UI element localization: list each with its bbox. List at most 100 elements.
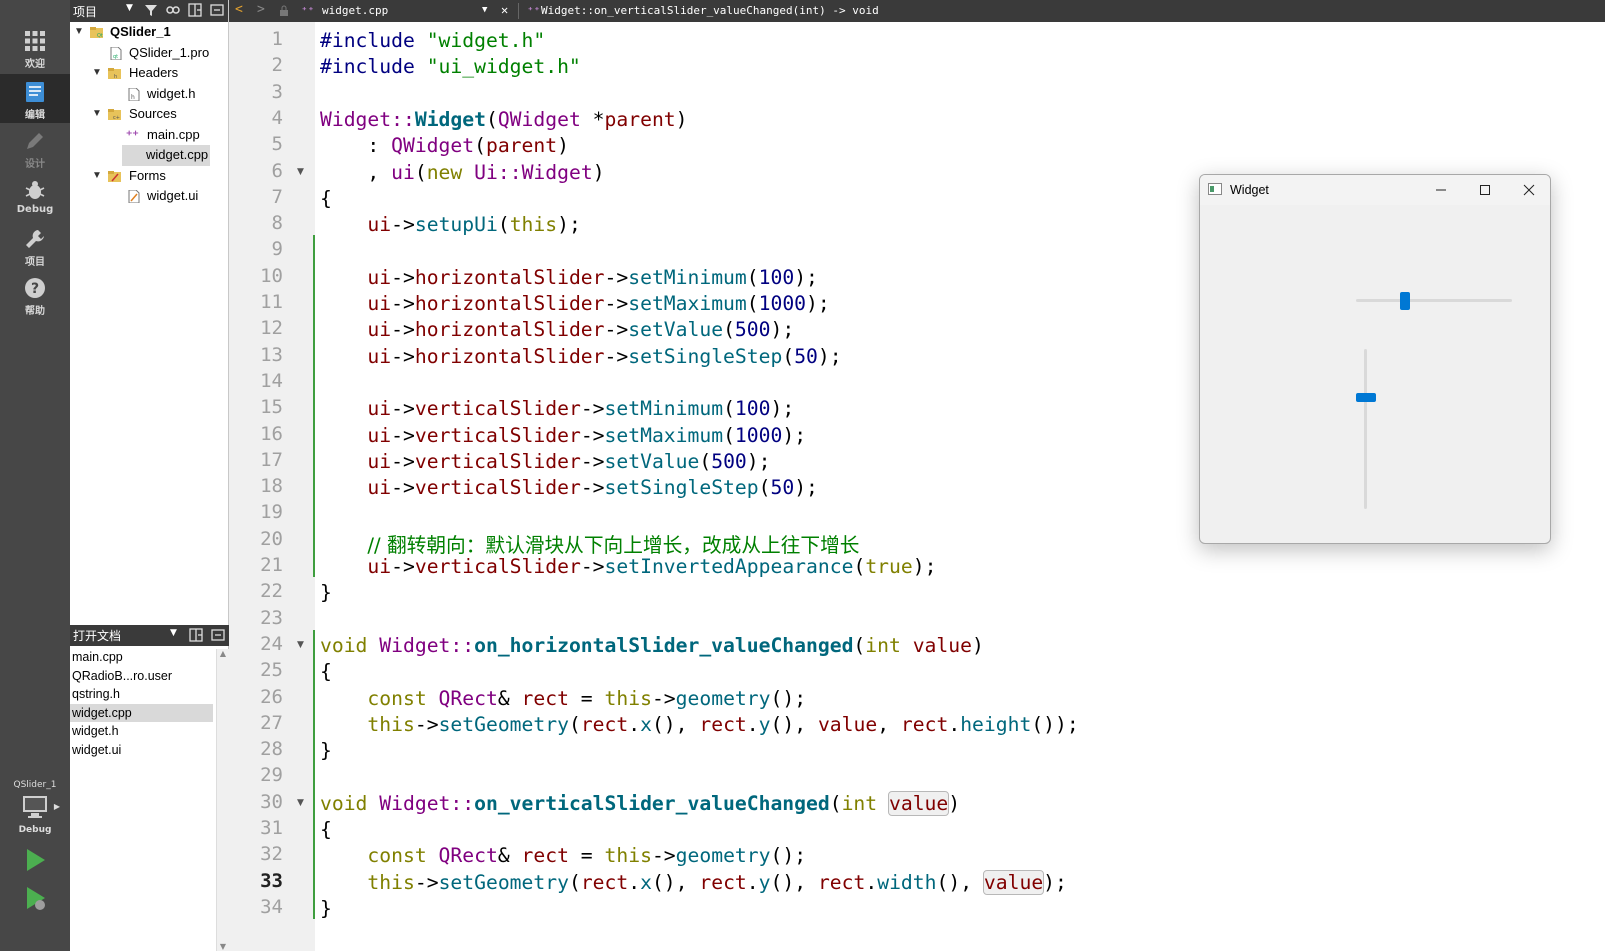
- mode-edit[interactable]: 编辑: [0, 74, 70, 123]
- code-line[interactable]: ui->horizontalSlider->setSingleStep(50);: [320, 345, 841, 368]
- fold-marker-icon[interactable]: ▼: [297, 640, 304, 650]
- split-icon[interactable]: [188, 3, 202, 17]
- back-arrow-icon[interactable]: <: [235, 2, 243, 17]
- editor-toolbar: < > ⁺⁺ widget.cpp ▼ ✕ ⁺⁺ Widget::on_vert…: [229, 0, 1605, 22]
- line-number: 23: [260, 606, 283, 629]
- view-dropdown-icon[interactable]: ▼: [126, 3, 133, 13]
- slider-handle[interactable]: [1399, 292, 1410, 310]
- tree-item-main-cpp[interactable]: ⁺⁺ main.cpp: [70, 125, 228, 146]
- open-doc-item[interactable]: widget.ui: [70, 741, 213, 760]
- mode-debug[interactable]: Debug: [0, 172, 70, 221]
- code-line[interactable]: #include "ui_widget.h": [320, 55, 581, 78]
- chevron-down-icon[interactable]: ▼: [92, 104, 102, 125]
- code-line[interactable]: }: [320, 581, 332, 604]
- tree-item-sources[interactable]: ▼ c+ Sources: [70, 104, 228, 125]
- close-file-icon[interactable]: ✕: [501, 3, 508, 17]
- tree-item-headers[interactable]: ▼ h Headers: [70, 63, 228, 84]
- line-number-gutter: 1 2 3 4 5 6 ▼ 7 8 9 10 11 12 13 14 15 16 17 18 19 20 21 22 23 24…: [229, 22, 315, 951]
- code-line[interactable]: ui->horizontalSlider->setMaximum(1000);: [320, 292, 829, 315]
- open-doc-item[interactable]: main.cpp: [70, 648, 213, 667]
- forward-arrow-icon[interactable]: >: [257, 2, 265, 17]
- code-line[interactable]: ui->horizontalSlider->setValue(500);: [320, 318, 794, 341]
- tree-label: main.cpp: [147, 126, 200, 142]
- code-line[interactable]: ui->verticalSlider->setSingleStep(50);: [320, 476, 818, 499]
- maximize-button[interactable]: [1470, 179, 1500, 201]
- run-button[interactable]: [18, 845, 52, 875]
- link-icon[interactable]: [166, 3, 180, 17]
- code-line[interactable]: : QWidget(parent): [320, 134, 569, 157]
- tree-item-forms[interactable]: ▼ Forms: [70, 166, 228, 187]
- open-doc-item[interactable]: qstring.h: [70, 685, 213, 704]
- window-titlebar[interactable]: Widget: [1200, 175, 1550, 205]
- view-dropdown-icon[interactable]: ▼: [170, 628, 177, 638]
- code-line[interactable]: ui->verticalSlider->setMaximum(1000);: [320, 424, 806, 447]
- code-line[interactable]: {: [320, 660, 332, 683]
- split-icon[interactable]: [189, 628, 203, 642]
- change-marker: [313, 235, 315, 578]
- filter-icon[interactable]: [144, 3, 158, 17]
- close-panel-icon[interactable]: [211, 628, 225, 642]
- chevron-right-icon: ▶: [53, 802, 60, 811]
- mode-design[interactable]: 设计: [0, 123, 70, 172]
- minimize-button[interactable]: [1426, 179, 1456, 201]
- scroll-up-icon[interactable]: ▲: [217, 649, 229, 658]
- current-file-name[interactable]: widget.cpp: [322, 4, 388, 17]
- toolbar-separator: [518, 3, 519, 19]
- mode-welcome[interactable]: 欢迎: [0, 23, 70, 72]
- current-symbol[interactable]: Widget::on_verticalSlider_valueChanged(i…: [541, 4, 879, 17]
- file-dropdown-icon[interactable]: ▼: [482, 5, 487, 15]
- ui-file-icon: [128, 190, 140, 203]
- open-doc-item[interactable]: QRadioB...ro.user: [70, 667, 213, 686]
- mode-help[interactable]: ? 帮助: [0, 270, 70, 319]
- tree-item-widget-h[interactable]: h widget.h: [70, 84, 228, 105]
- mode-label: 编辑: [25, 110, 45, 121]
- code-line[interactable]: #include "widget.h": [320, 29, 545, 52]
- tree-item-widget-cpp[interactable]: ⁺⁺ widget.cpp: [70, 145, 228, 166]
- line-number: 28: [260, 738, 283, 761]
- chevron-down-icon[interactable]: ▼: [92, 63, 102, 84]
- vertical-slider[interactable]: [1355, 349, 1377, 509]
- code-line[interactable]: {: [320, 187, 332, 210]
- code-line[interactable]: ui->setupUi(this);: [320, 213, 580, 236]
- code-line[interactable]: ui->verticalSlider->setMinimum(100);: [320, 397, 794, 420]
- tree-item-project[interactable]: ▼ Qt QSlider_1: [70, 22, 228, 43]
- line-number: 21: [260, 554, 283, 576]
- code-line[interactable]: ui->verticalSlider->setInvertedAppearanc…: [320, 555, 936, 578]
- tree-item-pro-file[interactable]: qt QSlider_1.pro: [70, 43, 228, 64]
- scroll-down-icon[interactable]: ▼: [217, 942, 229, 951]
- chevron-down-icon[interactable]: ▼: [92, 166, 102, 187]
- fold-marker-icon[interactable]: ▼: [297, 167, 304, 177]
- code-line[interactable]: ui->horizontalSlider->setMinimum(100);: [320, 266, 817, 289]
- code-line[interactable]: {: [320, 818, 332, 841]
- line-number: 1: [271, 28, 283, 50]
- code-line[interactable]: }: [320, 739, 332, 762]
- code-line[interactable]: void Widget::on_horizontalSlider_valueCh…: [320, 634, 984, 657]
- code-line[interactable]: ui->verticalSlider->setValue(500);: [320, 450, 770, 473]
- lock-icon[interactable]: [279, 5, 289, 17]
- code-line[interactable]: const QRect& rect = this->geometry();: [320, 844, 806, 867]
- code-line[interactable]: }: [320, 897, 332, 920]
- slider-handle[interactable]: [1356, 392, 1376, 402]
- code-line[interactable]: void Widget::on_verticalSlider_valueChan…: [320, 790, 960, 816]
- tree-item-widget-ui[interactable]: widget.ui: [70, 186, 228, 207]
- close-panel-icon[interactable]: [210, 3, 224, 17]
- horizontal-slider[interactable]: [1356, 289, 1512, 311]
- fold-marker-icon[interactable]: ▼: [297, 798, 304, 808]
- chevron-down-icon[interactable]: ▼: [74, 22, 84, 43]
- open-doc-item[interactable]: widget.h: [70, 722, 213, 741]
- line-number: 2: [271, 54, 283, 77]
- code-line[interactable]: this->setGeometry(rect.x(), rect.y(), va…: [320, 713, 1078, 736]
- scrollbar[interactable]: ▲ ▼: [216, 649, 229, 951]
- code-line[interactable]: Widget::Widget(QWidget *parent): [320, 108, 688, 131]
- code-line[interactable]: // 翻转朝向：默认滑块从下向上增长，改成从上往下增长: [320, 529, 859, 558]
- mode-projects[interactable]: 项目: [0, 221, 70, 270]
- tree-label: Headers: [129, 65, 179, 80]
- open-doc-item[interactable]: widget.cpp: [70, 703, 213, 722]
- code-line[interactable]: , ui(new Ui::Widget): [320, 161, 604, 184]
- debug-run-button[interactable]: [18, 883, 52, 913]
- code-line[interactable]: const QRect& rect = this->geometry();: [320, 687, 806, 710]
- kit-selector[interactable]: QSlider_1 ▶ Debug: [0, 780, 70, 835]
- code-line[interactable]: this->setGeometry(rect.x(), rect.y(), re…: [320, 869, 1067, 895]
- mode-label: 帮助: [25, 306, 45, 317]
- close-button[interactable]: [1514, 179, 1544, 201]
